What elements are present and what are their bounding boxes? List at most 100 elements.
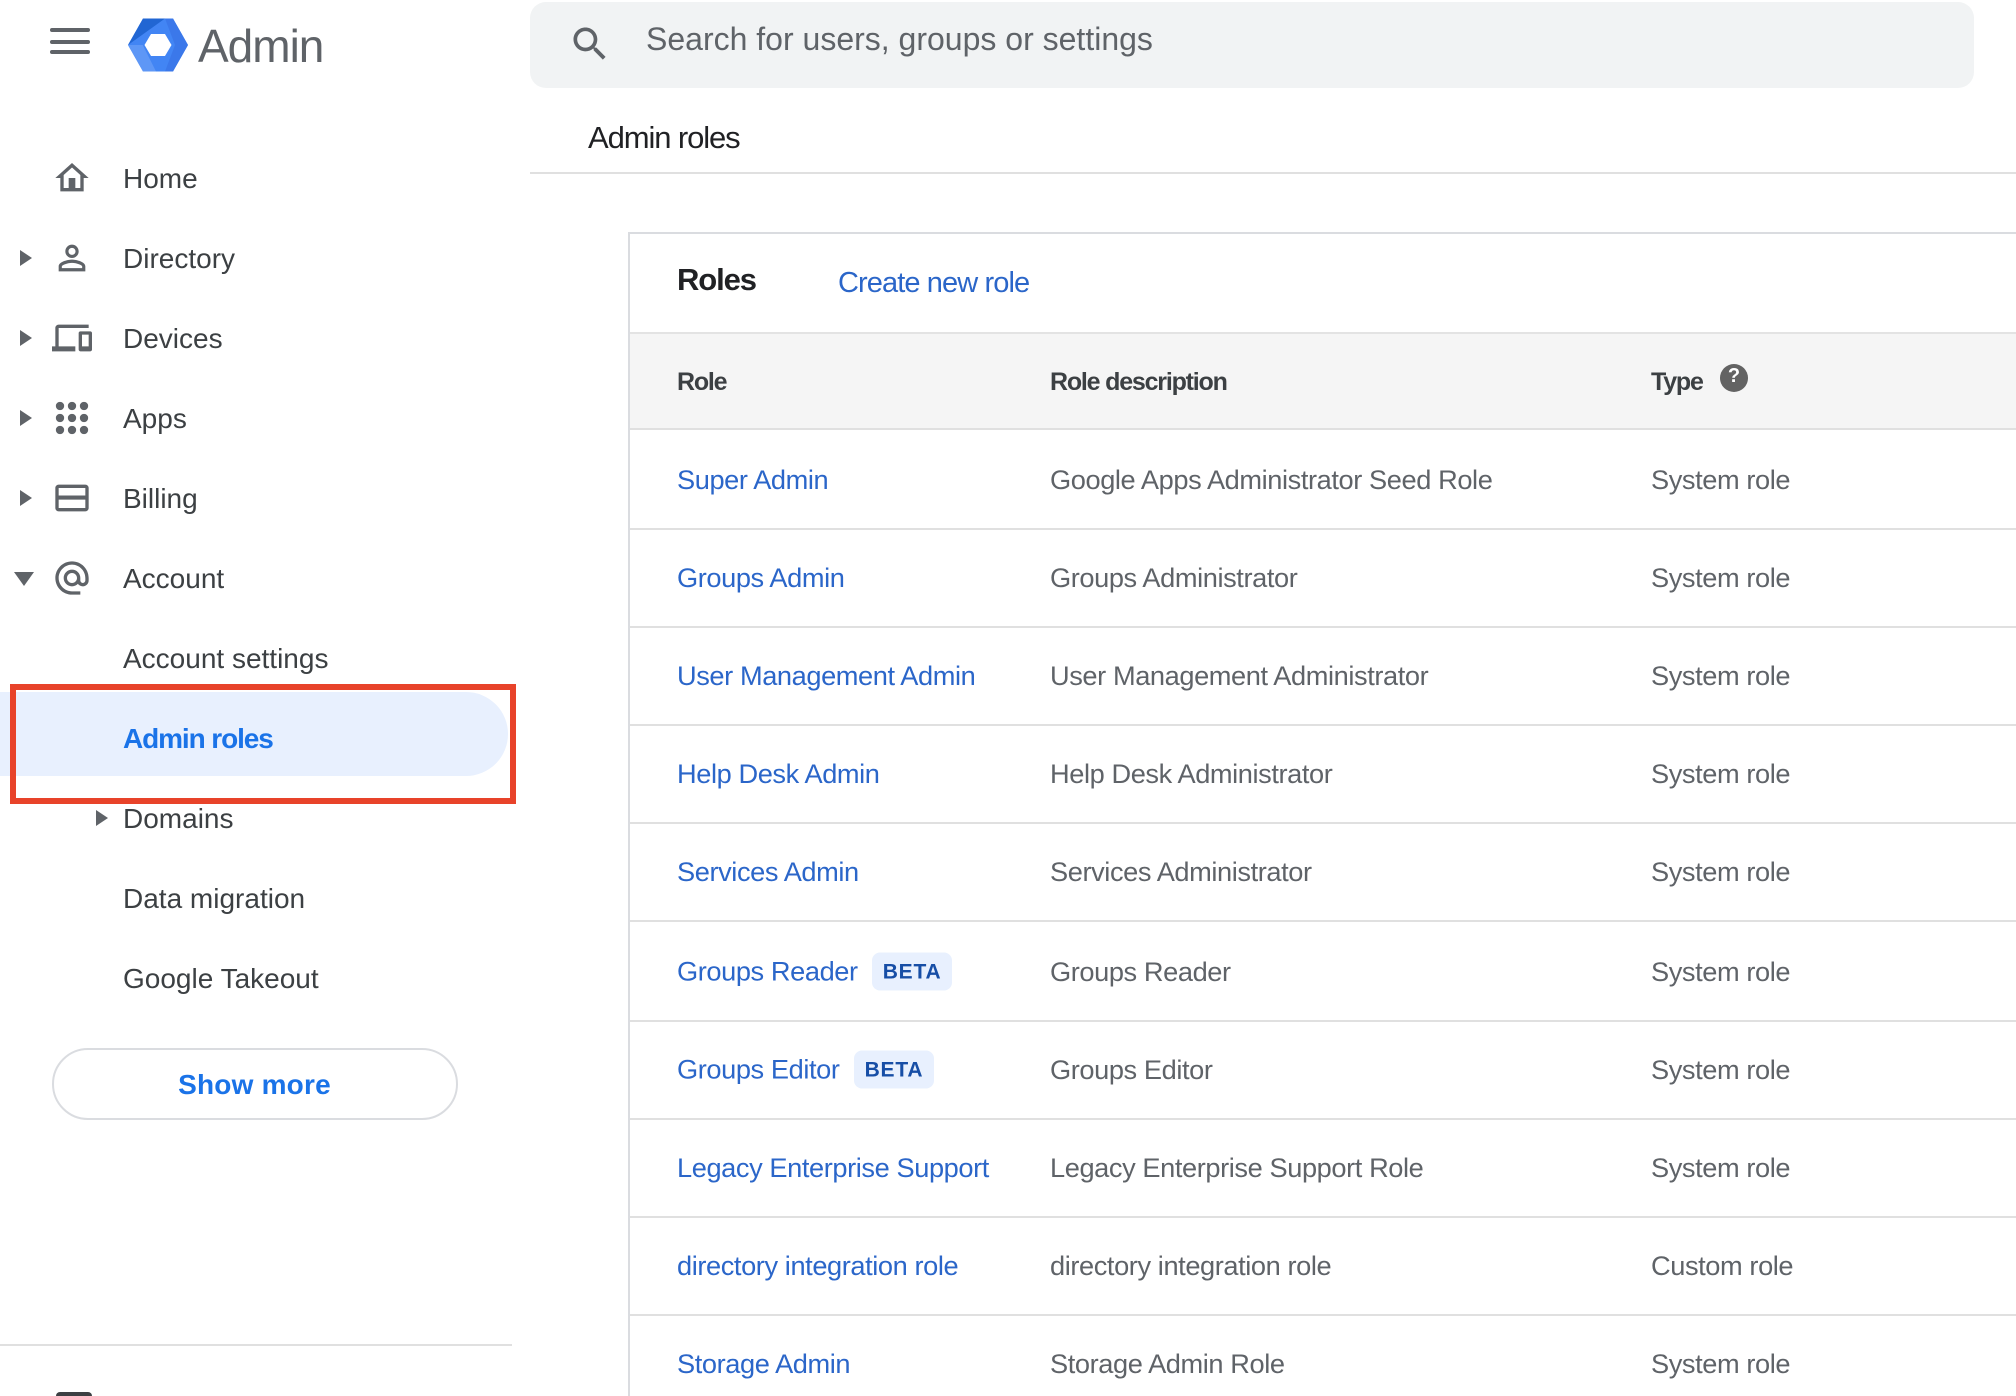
sidebar-item-label: Account <box>123 562 225 594</box>
role-description: Help Desk Administrator <box>1050 759 1333 790</box>
role-link[interactable]: User Management Admin <box>677 661 976 691</box>
show-more-button[interactable]: Show more <box>51 1047 458 1119</box>
role-description: User Management Administrator <box>1050 660 1429 691</box>
role-type: System role <box>1651 956 1791 987</box>
role-link[interactable]: Legacy Enterprise Support <box>677 1153 989 1183</box>
sidebar-item-label: Billing <box>123 482 198 514</box>
sidebar-item-apps[interactable]: Apps <box>0 377 512 457</box>
at-sign-icon <box>55 560 89 594</box>
role-cell: Groups Admin <box>677 563 845 593</box>
expand-right-arrow-icon[interactable] <box>20 489 32 505</box>
beta-badge: BETA <box>871 951 953 991</box>
roles-card-header: Roles Create new role <box>629 233 2016 335</box>
title-divider <box>530 172 2016 174</box>
google-admin-console: Admin Search for users, groups or settin… <box>0 0 2016 1396</box>
role-table-row: directory integration role directory inte… <box>629 1218 2016 1317</box>
role-cell: Groups Reader BETA <box>677 951 953 991</box>
sidebar-item-account[interactable]: Account <box>0 537 512 617</box>
role-cell: Super Admin <box>677 464 829 494</box>
cut-off-icon <box>56 1391 91 1396</box>
role-link[interactable]: Storage Admin <box>677 1350 851 1380</box>
role-link[interactable]: Super Admin <box>677 464 829 494</box>
roles-card: Roles Create new role Role Role descript… <box>627 231 2016 1396</box>
sidebar-subitem-label: Domains <box>123 802 234 834</box>
collapse-down-arrow-icon[interactable] <box>14 572 34 586</box>
sidebar-subitem-account-settings[interactable]: Account settings <box>0 617 512 697</box>
role-type: System role <box>1651 1349 1791 1380</box>
role-type: Custom role <box>1651 1251 1794 1282</box>
role-link[interactable]: Groups Admin <box>677 563 845 593</box>
role-cell: Storage Admin <box>677 1350 851 1380</box>
role-description: Legacy Enterprise Support Role <box>1050 1152 1424 1183</box>
expand-right-arrow-icon[interactable] <box>96 809 108 825</box>
role-type: System role <box>1651 464 1791 495</box>
sidebar-subitem-admin-roles[interactable]: Admin roles <box>0 697 512 777</box>
role-description: Google Apps Administrator Seed Role <box>1050 464 1493 495</box>
sidebar-subitem-domains[interactable]: Domains <box>0 777 512 857</box>
question-mark-icon[interactable]: ? <box>1720 364 1748 392</box>
sidebar-subitem-google-takeout[interactable]: Google Takeout <box>0 937 512 1017</box>
role-type: System role <box>1651 1054 1791 1085</box>
role-description: directory integration role <box>1050 1251 1332 1282</box>
apps-grid-icon <box>55 400 89 434</box>
role-cell: Services Admin <box>677 858 859 888</box>
role-link[interactable]: Groups Reader <box>677 956 858 986</box>
sidebar-nav: Home Directory Devices Apps Billing Account Ac… <box>0 0 516 1396</box>
role-description: Storage Admin Role <box>1050 1349 1285 1380</box>
search-input[interactable]: Search for users, groups or settings <box>646 24 1153 60</box>
role-table-row: Help Desk Admin Help Desk Administrator Sy… <box>629 726 2016 825</box>
sidebar-item-billing[interactable]: Billing <box>0 457 512 537</box>
sidebar-item-directory[interactable]: Directory <box>0 217 512 297</box>
role-description: Services Administrator <box>1050 857 1312 888</box>
expand-right-arrow-icon[interactable] <box>20 249 32 265</box>
role-cell: Legacy Enterprise Support <box>677 1153 989 1183</box>
page-title: Admin roles <box>588 121 741 155</box>
table-header-row: Role Role description Type ? <box>629 332 2016 430</box>
home-icon <box>55 162 89 191</box>
sidebar-item-label: Apps <box>123 402 187 434</box>
column-header-type: Type <box>1651 368 1704 396</box>
expand-right-arrow-icon[interactable] <box>20 409 32 425</box>
role-cell: User Management Admin <box>677 661 976 691</box>
role-description: Groups Reader <box>1050 956 1231 987</box>
role-table-row: Storage Admin Storage Admin Role System ro… <box>629 1316 2016 1396</box>
sidebar-item-label: Home <box>123 162 198 194</box>
beta-badge: BETA <box>853 1049 935 1089</box>
role-link[interactable]: Services Admin <box>677 858 859 888</box>
sidebar-subitem-data-migration[interactable]: Data migration <box>0 857 512 937</box>
role-table-row: Services Admin Services Administrator Syst… <box>629 825 2016 923</box>
role-type: System role <box>1651 660 1791 691</box>
role-cell: Help Desk Admin <box>677 759 880 789</box>
expand-right-arrow-icon[interactable] <box>20 329 32 345</box>
column-header-role: Role <box>677 368 728 396</box>
sidebar-subitem-label: Account settings <box>123 642 329 674</box>
role-table-row: Groups Editor BETA Groups Editor System rol… <box>629 1021 2016 1120</box>
sidebar-item-home[interactable]: Home <box>0 137 512 217</box>
credit-card-icon <box>55 483 89 511</box>
sidebar-item-devices[interactable]: Devices <box>0 297 512 377</box>
sidebar-bottom-divider <box>0 1344 512 1346</box>
role-table-row: User Management Admin User Management Adm… <box>629 628 2016 727</box>
role-link[interactable]: Help Desk Admin <box>677 759 880 789</box>
roles-card-title: Roles <box>677 264 757 298</box>
devices-icon <box>52 323 92 351</box>
column-header-role-description: Role description <box>1050 368 1228 396</box>
roles-table-body: Super Admin Google Apps Administrator See… <box>629 431 2016 1396</box>
person-icon <box>58 243 86 271</box>
sidebar-item-label: Devices <box>123 322 223 354</box>
role-type: System role <box>1651 1152 1791 1183</box>
search-icon <box>573 27 606 60</box>
sidebar-subitem-label: Admin roles <box>123 722 274 754</box>
role-description: Groups Administrator <box>1050 562 1298 593</box>
search-bar[interactable]: Search for users, groups or settings <box>530 2 1974 88</box>
create-new-role-link[interactable]: Create new role <box>838 268 1030 300</box>
role-description: Groups Editor <box>1050 1054 1213 1085</box>
role-table-row: Super Admin Google Apps Administrator See… <box>629 431 2016 530</box>
role-link[interactable]: Groups Editor <box>677 1054 840 1084</box>
sidebar-item-label: Directory <box>123 242 236 274</box>
role-table-row: Legacy Enterprise Support Legacy Enterpri… <box>629 1120 2016 1218</box>
role-table-row: Groups Reader BETA Groups Reader System rol… <box>629 923 2016 1022</box>
sidebar-subitem-label: Data migration <box>123 882 306 914</box>
role-type: System role <box>1651 759 1791 790</box>
role-link[interactable]: directory integration role <box>677 1251 959 1281</box>
